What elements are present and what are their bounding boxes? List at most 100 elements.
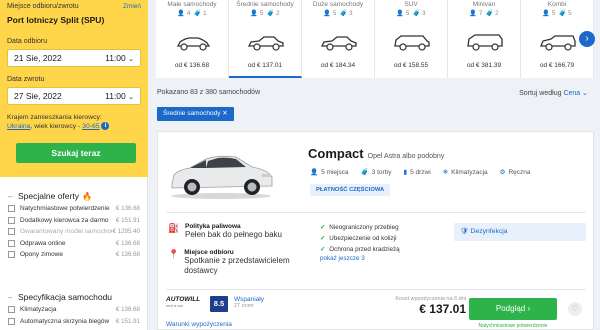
location-value[interactable]: Port lotniczy Split (SPU) <box>7 15 141 25</box>
map-pin-icon: 📍 <box>168 249 180 259</box>
divider <box>166 289 586 290</box>
preview-button[interactable]: Podgląd › <box>469 298 557 320</box>
divider <box>166 212 586 213</box>
return-label: Data zwrotu <box>7 76 45 83</box>
special-offers-section: – Specjalne oferty 🔥 Natychmiastowe potwi… <box>0 189 148 261</box>
suitcase-icon: 🧳 <box>412 10 421 17</box>
favorite-icon[interactable]: ♡ <box>568 302 582 316</box>
person-icon: 👤 <box>469 10 478 17</box>
special-offers-header[interactable]: – Specjalne oferty 🔥 <box>8 189 140 203</box>
rental-conditions-link[interactable]: Warunki wypożyczenia <box>166 321 232 328</box>
checkbox[interactable] <box>8 239 15 247</box>
residence-country-link[interactable]: Ukraina <box>7 123 30 130</box>
category-name: Minivan <box>472 1 496 8</box>
category-5[interactable]: Minivan 👤 7 🧳 2 od € 381.39 <box>448 0 521 78</box>
pickup-date: 21 Sie, 2022 <box>14 53 62 63</box>
pickup-place-value: Spotkanie z przedstawicielem dostawcy <box>184 256 290 275</box>
pickup-time[interactable]: 11:00 ⌄ <box>105 53 134 63</box>
filter-label: Automatyczna skrzynia biegów <box>20 317 110 325</box>
filter-label: Klimatyzacja <box>20 306 57 314</box>
filter-price: € 1295.40 <box>112 228 140 236</box>
feature-item: ✓ Ubezpieczenie od kolizji <box>320 235 397 242</box>
fuel-policy-title: Polityka paliwowa <box>185 223 241 230</box>
sort-control[interactable]: Sortuj według Cena ⌄ <box>519 89 588 97</box>
category-strip: Małe samochody 👤 4 🧳 1 od € 136.68 Średnie … <box>156 0 598 78</box>
car-specs-header[interactable]: – Specyfikacja samochodu <box>8 290 140 304</box>
category-4[interactable]: SUV 👤 5 🧳 3 od € 158.55 <box>375 0 448 78</box>
doors-spec: ▮ 5 drzwi <box>403 169 431 176</box>
category-capacity: 👤 4 🧳 1 <box>177 10 207 17</box>
change-location-link[interactable]: Zmień <box>123 3 141 10</box>
info-icon[interactable]: i <box>101 122 110 131</box>
car-icon <box>540 35 576 51</box>
checkbox[interactable] <box>8 228 15 236</box>
close-icon[interactable]: ✕ <box>222 110 227 117</box>
filter-label: Odprawa online <box>20 239 66 247</box>
person-icon: 👤 <box>323 10 332 17</box>
offer-filter[interactable]: Odprawa online € 136.68 <box>8 238 140 250</box>
category-name: Średnie samochody <box>236 1 294 8</box>
search-button[interactable]: Szukaj teraz <box>16 143 136 163</box>
category-name: SUV <box>404 1 418 8</box>
rating-text[interactable]: Wspaniały 27 ocen <box>234 296 264 309</box>
active-filter-chip[interactable]: Średnie samochody ✕ <box>157 107 234 121</box>
category-3[interactable]: Duże samochody 👤 5 🧳 3 od € 184.34 <box>302 0 375 78</box>
return-date-field[interactable]: 27 Sie, 2022 11:00 ⌄ <box>7 87 141 105</box>
car-specs-section: – Specyfikacja samochodu Klimatyzacja € 1… <box>0 290 148 327</box>
category-1[interactable]: Małe samochody 👤 4 🧳 1 od € 136.68 <box>156 0 229 78</box>
checkbox[interactable] <box>8 306 15 314</box>
spec-filter[interactable]: Automatyczna skrzynia biegów € 151.91 <box>8 316 140 328</box>
spec-filter[interactable]: Klimatyzacja € 136.68 <box>8 304 140 316</box>
category-name: Duże samochody <box>312 1 364 8</box>
driver-age-link[interactable]: 30-65 <box>82 123 99 130</box>
checkbox[interactable] <box>8 317 15 325</box>
offer-filter[interactable]: Dodatkowy kierowca za darmo € 151.91 <box>8 215 140 227</box>
filter-label: Gwarantowany model samochodu <box>20 228 113 236</box>
bags-spec: 🧳 3 torby <box>360 169 392 176</box>
price-value: € 137.01 <box>419 302 466 316</box>
rating-score: 8.5 <box>210 296 228 312</box>
suitcase-icon: 🧳 <box>266 10 275 17</box>
policy-block: ⛽ Polityka paliwowa Pełen bak do pełnego… <box>168 223 308 285</box>
ac-spec: ❄ Klimatyzacja <box>442 169 488 176</box>
category-price: od € 137.01 <box>247 62 283 69</box>
offer-filter[interactable]: Gwarantowany model samochodu € 1295.40 <box>8 226 140 238</box>
pickup-label: Data odbioru <box>7 38 48 45</box>
results-count: Pokazano 83 z 380 samochodów <box>157 89 261 96</box>
person-icon: 👤 <box>310 169 319 176</box>
residence-info: Krajem zamieszkania kierowcy: Ukraina, w… <box>7 113 141 131</box>
partial-payment-badge: PŁATNOŚĆ CZĘŚCIOWA <box>310 184 391 196</box>
check-icon: ✓ <box>320 246 326 253</box>
person-icon: 👤 <box>250 10 259 17</box>
car-specs: 👤 5 miejsca 🧳 3 torby ▮ 5 drzwi ❄ Klimatyzac… <box>310 168 531 176</box>
offer-filter[interactable]: Opony zimowe € 136.68 <box>8 249 140 261</box>
checkbox[interactable] <box>8 216 15 224</box>
suitcase-icon: 🧳 <box>360 169 369 176</box>
filter-price: € 136.68 <box>115 205 140 213</box>
return-time[interactable]: 11:00 ⌄ <box>105 91 134 101</box>
suitcase-icon: 🧳 <box>193 10 202 17</box>
category-capacity: 👤 5 🧳 5 <box>542 10 572 17</box>
filter-sidebar: Miejsce odbioru/zwrotu Zmień Port lotnic… <box>0 0 148 330</box>
chevron-right-icon[interactable]: › <box>579 31 595 47</box>
filter-label: Opony zimowe <box>20 251 63 259</box>
car-model: Compact Opel Astra albo podobny <box>308 146 445 161</box>
checkbox[interactable] <box>8 205 15 213</box>
offer-filter[interactable]: Natychmiastowe potwierdzenie € 136.68 <box>8 203 140 215</box>
pickup-date-field[interactable]: 21 Sie, 2022 11:00 ⌄ <box>7 49 141 67</box>
category-2[interactable]: Średnie samochody 👤 5 🧳 2 od € 137.01 <box>229 0 302 78</box>
collapse-icon: – <box>8 191 13 201</box>
snowflake-icon: ❄ <box>442 169 449 176</box>
location-label: Miejsce odbioru/zwrotu <box>7 3 79 10</box>
car-offer-card: Compact Opel Astra albo podobny 👤 5 miejsc… <box>157 131 594 330</box>
filter-price: € 151.91 <box>115 216 140 224</box>
suitcase-icon: 🧳 <box>485 10 494 17</box>
return-date: 27 Sie, 2022 <box>14 91 62 101</box>
person-icon: 👤 <box>177 10 186 17</box>
checkbox[interactable] <box>8 251 15 259</box>
results-area: Małe samochody 👤 4 🧳 1 od € 136.68 Średnie … <box>148 0 600 330</box>
fuel-policy-value: Pełen bak do pełnego baku <box>185 230 282 239</box>
person-icon: 👤 <box>396 10 405 17</box>
show-more-link[interactable]: pokaż jeszcze 3 <box>320 255 440 262</box>
shield-icon: 🛡 <box>460 228 469 235</box>
